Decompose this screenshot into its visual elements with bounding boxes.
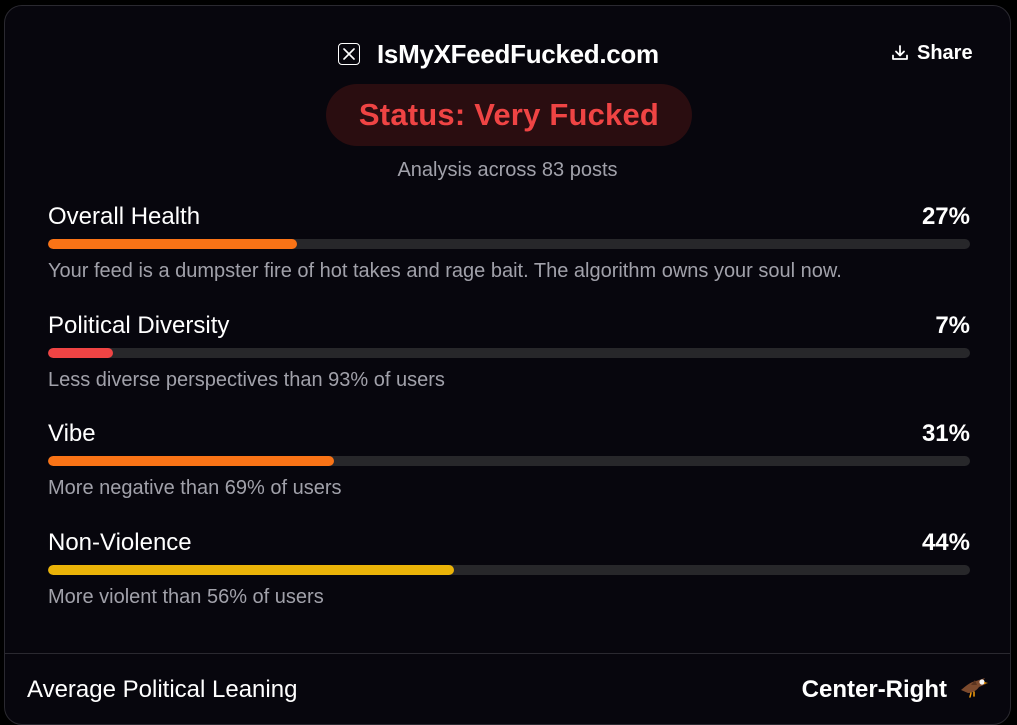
brand: IsMyXFeedFucked.com bbox=[338, 36, 659, 72]
metric-description: More violent than 56% of users bbox=[48, 586, 324, 608]
progress-fill bbox=[48, 565, 454, 575]
download-icon bbox=[892, 45, 908, 60]
progress-track bbox=[48, 239, 970, 249]
progress-track bbox=[48, 348, 970, 358]
leaning-label: Average Political Leaning bbox=[27, 676, 298, 703]
share-label: Share bbox=[917, 41, 973, 64]
metric-label: Overall Health bbox=[48, 203, 201, 230]
metric-description: Your feed is a dumpster fire of hot take… bbox=[48, 260, 842, 282]
analysis-summary: Analysis across 83 posts bbox=[397, 159, 618, 181]
site-title: IsMyXFeedFucked.com bbox=[377, 38, 659, 69]
status-text: Status: Very Fucked bbox=[358, 97, 660, 132]
metric-description: More negative than 69% of users bbox=[48, 477, 342, 499]
leaning-value-group: Center-Right bbox=[802, 676, 989, 705]
eagle-icon bbox=[959, 676, 989, 705]
metric-label: Vibe bbox=[48, 420, 96, 447]
progress-track bbox=[48, 456, 970, 466]
metric-label: Political Diversity bbox=[48, 312, 230, 339]
progress-fill bbox=[48, 456, 334, 466]
metric-vibe: Vibe 31% More negative than 69% of users bbox=[48, 419, 970, 502]
progress-track bbox=[48, 565, 970, 575]
metric-label: Non-Violence bbox=[48, 529, 192, 556]
metric-value: 31% bbox=[921, 420, 970, 447]
status-badge: Status: Very Fucked bbox=[326, 84, 692, 146]
results-card: IsMyXFeedFucked.com Share Status: Very F… bbox=[4, 5, 1011, 725]
progress-fill bbox=[48, 239, 297, 249]
metric-political-diversity: Political Diversity 7% Less diverse pers… bbox=[48, 311, 970, 394]
metric-overall-health: Overall Health 27% Your feed is a dumpst… bbox=[48, 202, 970, 285]
metric-non-violence: Non-Violence 44% More violent than 56% o… bbox=[48, 528, 970, 611]
metric-value: 7% bbox=[935, 312, 970, 339]
metric-value: 44% bbox=[921, 529, 970, 556]
political-leaning-row: Average Political Leaning Center-Right bbox=[27, 673, 989, 707]
x-logo-icon bbox=[338, 43, 360, 65]
leaning-value: Center-Right bbox=[801, 676, 947, 703]
metric-value: 27% bbox=[921, 203, 970, 230]
section-divider bbox=[5, 653, 1010, 654]
header: IsMyXFeedFucked.com Share bbox=[5, 36, 1010, 72]
metric-description: Less diverse perspectives than 93% of us… bbox=[48, 369, 445, 391]
share-button[interactable]: Share bbox=[891, 38, 973, 68]
progress-fill bbox=[48, 348, 113, 358]
